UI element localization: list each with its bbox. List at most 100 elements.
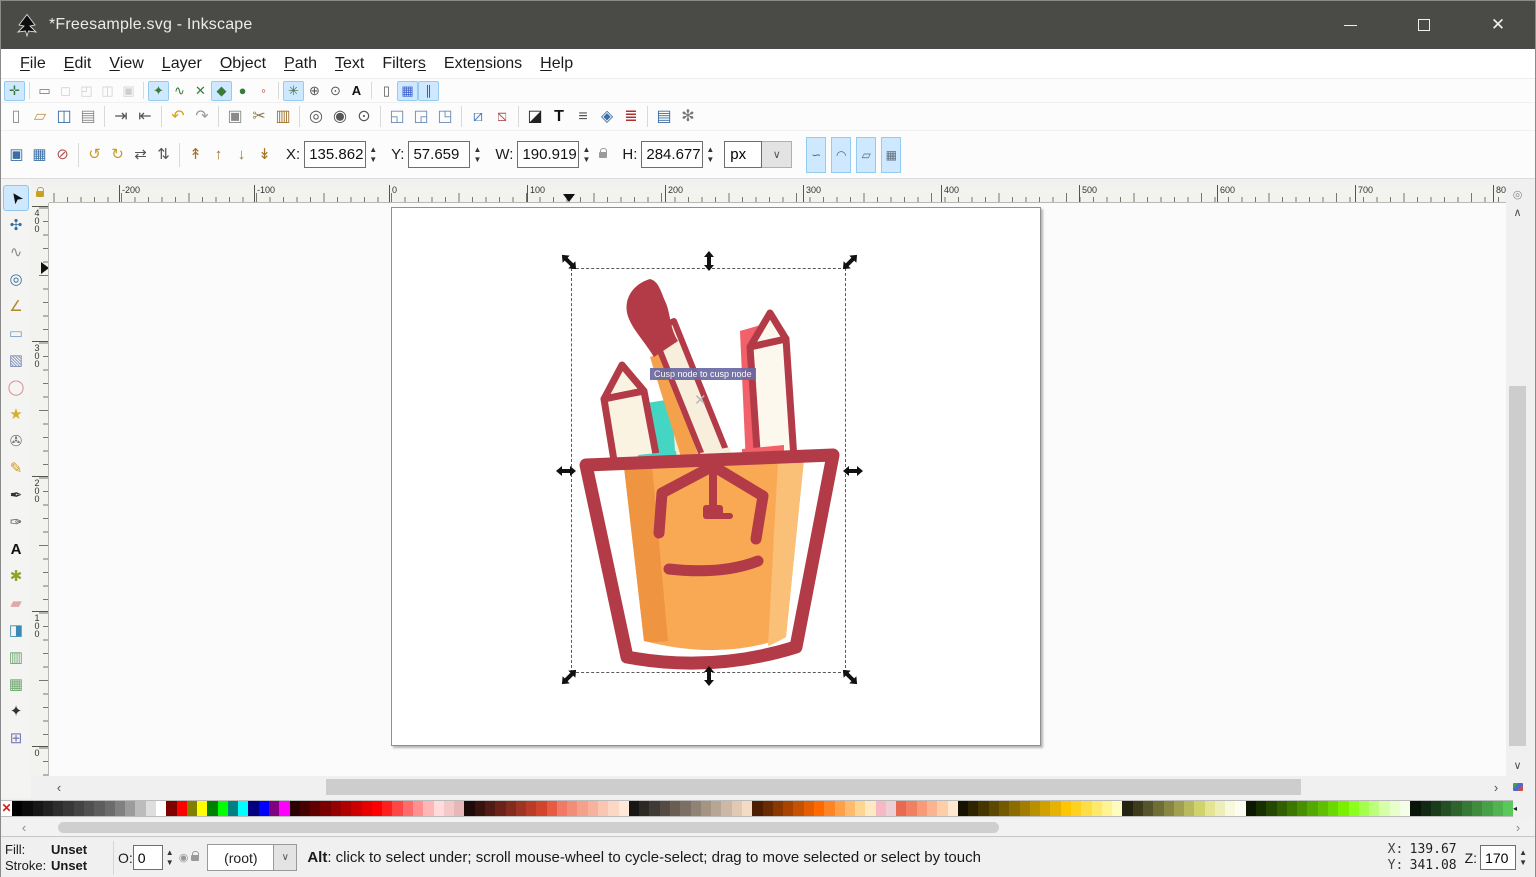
color-swatch[interactable] bbox=[547, 801, 557, 816]
color-swatch[interactable] bbox=[1256, 801, 1266, 816]
color-swatch[interactable] bbox=[259, 801, 269, 816]
scroll-right-arrow[interactable]: › bbox=[1486, 776, 1506, 798]
opacity-spinner[interactable]: ▲▼ bbox=[164, 848, 176, 868]
move-gradients-toggle[interactable]: ▱ bbox=[856, 137, 876, 173]
color-swatch[interactable] bbox=[773, 801, 783, 816]
import-bitmap-button[interactable]: ⇥ bbox=[109, 105, 133, 129]
snap-other-points-button[interactable]: ✳ bbox=[283, 81, 304, 101]
text-dialog-button[interactable]: T bbox=[547, 105, 571, 129]
color-swatch[interactable] bbox=[814, 801, 824, 816]
select-all-layers-button[interactable]: ▦ bbox=[28, 144, 51, 166]
color-swatch[interactable] bbox=[588, 801, 598, 816]
minimize-button[interactable] bbox=[1313, 1, 1387, 49]
color-swatch[interactable] bbox=[835, 801, 845, 816]
color-swatch[interactable] bbox=[115, 801, 125, 816]
color-swatch[interactable] bbox=[94, 801, 104, 816]
menu-edit[interactable]: Edit bbox=[55, 52, 101, 76]
menu-object[interactable]: Object bbox=[211, 52, 275, 76]
x-spinner[interactable]: ▲▼ bbox=[367, 145, 379, 165]
export-png-button[interactable]: ⇤ bbox=[133, 105, 157, 129]
color-swatch[interactable] bbox=[1153, 801, 1163, 816]
horizontal-ruler[interactable]: -200-1000100200300400500600700800 bbox=[49, 185, 1506, 203]
connector-tool[interactable]: ⊞ bbox=[3, 725, 29, 751]
units-value[interactable]: px bbox=[724, 141, 762, 168]
color-swatch[interactable] bbox=[732, 801, 742, 816]
snap-line-midpoints-button[interactable]: ◦ bbox=[253, 81, 274, 101]
scale-handle-top[interactable] bbox=[704, 251, 714, 271]
pencil-tool[interactable]: ✎ bbox=[3, 455, 29, 481]
zoom-to-drawing-button[interactable]: ◉ bbox=[328, 105, 352, 129]
color-swatch[interactable] bbox=[886, 801, 896, 816]
layers-dialog-button[interactable]: ≡ bbox=[571, 105, 595, 129]
color-swatch[interactable] bbox=[619, 801, 629, 816]
color-swatch[interactable] bbox=[341, 801, 351, 816]
color-swatch[interactable] bbox=[1092, 801, 1102, 816]
color-swatch[interactable] bbox=[639, 801, 649, 816]
rotate-90-cw-button[interactable]: ↻ bbox=[106, 144, 129, 166]
color-swatch[interactable] bbox=[1030, 801, 1040, 816]
color-swatch[interactable] bbox=[742, 801, 752, 816]
color-swatch[interactable] bbox=[948, 801, 958, 816]
color-swatch[interactable] bbox=[701, 801, 711, 816]
color-swatch[interactable] bbox=[1493, 801, 1503, 816]
color-swatch[interactable] bbox=[598, 801, 608, 816]
color-swatch[interactable] bbox=[711, 801, 721, 816]
ruler-corner[interactable] bbox=[31, 185, 49, 203]
color-swatch[interactable] bbox=[567, 801, 577, 816]
deselect-button[interactable]: ⊘ bbox=[51, 144, 74, 166]
color-swatch[interactable] bbox=[855, 801, 865, 816]
color-swatch[interactable] bbox=[1009, 801, 1019, 816]
color-swatch[interactable] bbox=[1112, 801, 1122, 816]
color-swatch[interactable] bbox=[1102, 801, 1112, 816]
color-swatch[interactable] bbox=[53, 801, 63, 816]
color-swatch[interactable] bbox=[33, 801, 43, 816]
flip-vertical-button[interactable]: ⇅ bbox=[152, 144, 175, 166]
preferences-button[interactable]: ✻ bbox=[676, 105, 700, 129]
menu-help[interactable]: Help bbox=[531, 52, 582, 76]
color-swatch[interactable] bbox=[999, 801, 1009, 816]
color-swatch[interactable] bbox=[989, 801, 999, 816]
vertical-scrollbar[interactable]: ◎ ∧ ∨ bbox=[1506, 185, 1529, 776]
color-swatch[interactable] bbox=[392, 801, 402, 816]
color-swatch[interactable] bbox=[207, 801, 217, 816]
undo-button[interactable]: ↶ bbox=[166, 105, 190, 129]
color-swatch[interactable] bbox=[310, 801, 320, 816]
zoom-to-page-button[interactable]: ⊙ bbox=[352, 105, 376, 129]
color-swatch[interactable] bbox=[12, 801, 22, 816]
spiral-tool[interactable]: ✇ bbox=[3, 428, 29, 454]
scale-handle-left[interactable] bbox=[556, 466, 576, 476]
create-clone-button[interactable]: ◲ bbox=[409, 105, 433, 129]
color-swatch[interactable] bbox=[228, 801, 238, 816]
color-swatch[interactable] bbox=[1379, 801, 1389, 816]
color-swatch[interactable] bbox=[824, 801, 834, 816]
color-swatch[interactable] bbox=[927, 801, 937, 816]
menu-layer[interactable]: Layer bbox=[153, 52, 211, 76]
measure-tool[interactable]: ∠ bbox=[3, 293, 29, 319]
selector-tool[interactable]: ➤ bbox=[3, 185, 29, 211]
scroll-down-arrow[interactable]: ∨ bbox=[1506, 756, 1529, 774]
horizontal-scrollbar-thumb[interactable] bbox=[326, 779, 1301, 795]
color-swatch[interactable] bbox=[1369, 801, 1379, 816]
color-swatch[interactable] bbox=[763, 801, 773, 816]
menu-filters[interactable]: Filters bbox=[373, 52, 435, 76]
color-swatch[interactable] bbox=[1359, 801, 1369, 816]
color-swatch[interactable] bbox=[1081, 801, 1091, 816]
snap-enable-button[interactable]: ✛ bbox=[4, 81, 25, 101]
move-patterns-toggle[interactable]: ▦ bbox=[881, 137, 901, 173]
color-swatch[interactable] bbox=[1482, 801, 1492, 816]
color-swatch[interactable] bbox=[752, 801, 762, 816]
color-swatch[interactable] bbox=[125, 801, 135, 816]
color-swatch[interactable] bbox=[1349, 801, 1359, 816]
color-swatch[interactable] bbox=[865, 801, 875, 816]
layer-dropdown-button[interactable]: ∨ bbox=[273, 844, 297, 871]
color-swatch[interactable] bbox=[1040, 801, 1050, 816]
color-swatch[interactable] bbox=[464, 801, 474, 816]
raise-to-top-button[interactable]: ↟ bbox=[184, 144, 207, 166]
menu-view[interactable]: View bbox=[100, 52, 152, 76]
open-document-button[interactable]: ▱ bbox=[28, 105, 52, 129]
color-swatch[interactable] bbox=[783, 801, 793, 816]
color-swatch[interactable] bbox=[1338, 801, 1348, 816]
color-swatch[interactable] bbox=[1462, 801, 1472, 816]
snap-guides-button[interactable]: ∥ bbox=[418, 81, 439, 101]
snap-page-border-button[interactable]: ▯ bbox=[376, 81, 397, 101]
